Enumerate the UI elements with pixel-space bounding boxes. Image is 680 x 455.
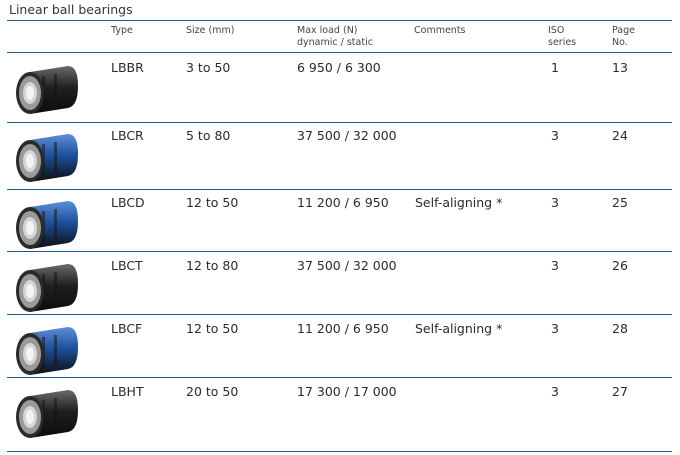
cell-type: LBBR xyxy=(111,60,144,75)
cell-type: LBCD xyxy=(111,195,145,210)
cell-comment: Self-aligning * xyxy=(415,321,503,336)
header-type: Type xyxy=(111,25,133,36)
cell-iso: 3 xyxy=(551,258,559,273)
cell-iso: 3 xyxy=(551,384,559,399)
cell-size: 12 to 80 xyxy=(186,258,239,273)
row-rule xyxy=(7,314,672,315)
header-iso-series: ISO series xyxy=(548,25,576,49)
title-rule xyxy=(7,20,672,21)
header-rule xyxy=(7,52,672,53)
section-title: Linear ball bearings xyxy=(9,2,133,17)
header-page-line1: Page xyxy=(612,25,635,36)
table-row: LBCD 12 to 50 11 200 / 6 950 Self-aligning … xyxy=(0,192,680,256)
header-max-load-line1: Max load (N) xyxy=(297,25,358,36)
bearing-image xyxy=(8,386,83,444)
bearing-image xyxy=(8,62,83,120)
cell-iso: 3 xyxy=(551,321,559,336)
table-row: LBHT 20 to 50 17 300 / 17 000 3 27 xyxy=(0,381,680,445)
bearing-image xyxy=(8,197,83,255)
cell-size: 12 to 50 xyxy=(186,195,239,210)
cell-iso: 3 xyxy=(551,128,559,143)
cell-page: 26 xyxy=(612,258,628,273)
row-rule xyxy=(7,377,672,378)
cell-page: 25 xyxy=(612,195,628,210)
cell-load: 11 200 / 6 950 xyxy=(297,321,389,336)
header-iso-line1: ISO xyxy=(548,25,565,36)
cell-size: 5 to 80 xyxy=(186,128,231,143)
table-row: LBCT 12 to 80 37 500 / 32 000 3 26 xyxy=(0,255,680,319)
cell-load: 37 500 / 32 000 xyxy=(297,258,397,273)
row-rule xyxy=(7,189,672,190)
cell-size: 3 to 50 xyxy=(186,60,231,75)
bearing-image xyxy=(8,130,83,188)
cell-load: 6 950 / 6 300 xyxy=(297,60,381,75)
bearing-image xyxy=(8,323,83,381)
row-rule xyxy=(7,251,672,252)
cell-load: 11 200 / 6 950 xyxy=(297,195,389,210)
header-size: Size (mm) xyxy=(186,25,235,36)
cell-type: LBHT xyxy=(111,384,144,399)
cell-iso: 1 xyxy=(551,60,559,75)
cell-page: 27 xyxy=(612,384,628,399)
cell-load: 17 300 / 17 000 xyxy=(297,384,397,399)
cell-page: 13 xyxy=(612,60,628,75)
cell-size: 20 to 50 xyxy=(186,384,239,399)
row-rule xyxy=(7,451,672,452)
cell-iso: 3 xyxy=(551,195,559,210)
header-comments: Comments xyxy=(414,25,466,36)
cell-page: 24 xyxy=(612,128,628,143)
cell-load: 37 500 / 32 000 xyxy=(297,128,397,143)
cell-page: 28 xyxy=(612,321,628,336)
header-max-load-line2: dynamic / static xyxy=(297,37,373,48)
cell-type: LBCT xyxy=(111,258,143,273)
header-page-line2: No. xyxy=(612,37,628,48)
row-rule xyxy=(7,122,672,123)
cell-type: LBCF xyxy=(111,321,143,336)
cell-comment: Self-aligning * xyxy=(415,195,503,210)
table-row: LBCR 5 to 80 37 500 / 32 000 3 24 xyxy=(0,125,680,189)
header-max-load: Max load (N) dynamic / static xyxy=(297,25,373,49)
bearing-image xyxy=(8,260,83,318)
header-page-no: Page No. xyxy=(612,25,635,49)
table-row: LBBR 3 to 50 6 950 / 6 300 1 13 xyxy=(0,57,680,121)
table-row: LBCF 12 to 50 11 200 / 6 950 Self-aligning … xyxy=(0,318,680,382)
header-iso-line2: series xyxy=(548,37,577,48)
cell-type: LBCR xyxy=(111,128,144,143)
cell-size: 12 to 50 xyxy=(186,321,239,336)
